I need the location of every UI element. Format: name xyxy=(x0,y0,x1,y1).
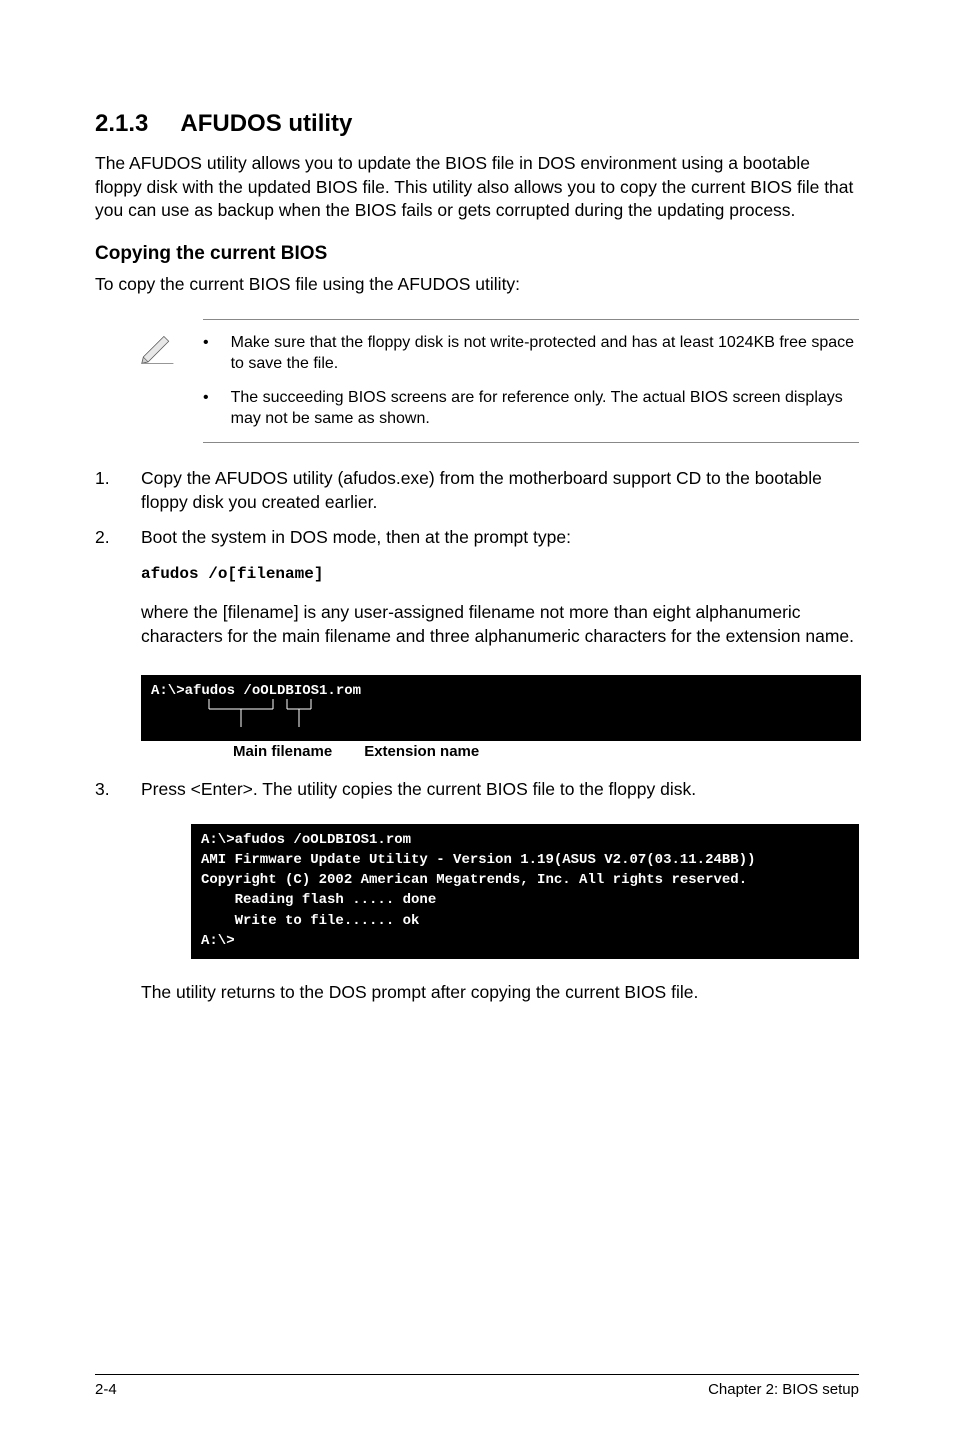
note-box: • Make sure that the floppy disk is not w… xyxy=(137,319,859,443)
steps-list: 1. Copy the AFUDOS utility (afudos.exe) … xyxy=(95,467,859,675)
page-number: 2-4 xyxy=(95,1381,117,1398)
step-item: 3. Press <Enter>. The utility copies the… xyxy=(95,778,859,802)
section-heading: 2.1.3 AFUDOS utility xyxy=(95,110,859,138)
main-filename-label: Main filename xyxy=(233,743,332,760)
step-item: 1. Copy the AFUDOS utility (afudos.exe) … xyxy=(95,467,859,514)
terminal-line: A:\>afudos /oOLDBIOS1.rom xyxy=(151,683,361,699)
subheading-lead: To copy the current BIOS file using the … xyxy=(95,273,859,297)
section-number: 2.1.3 xyxy=(95,110,148,138)
step-text: Boot the system in DOS mode, then at the… xyxy=(141,526,859,550)
step-paragraph: where the [filename] is any user-assigne… xyxy=(141,601,859,648)
after-terminal-text: The utility returns to the DOS prompt af… xyxy=(141,981,859,1005)
note-item: • Make sure that the floppy disk is not w… xyxy=(203,332,859,375)
terminal-line: A:\> xyxy=(201,933,235,949)
step-text: Copy the AFUDOS utility (afudos.exe) fro… xyxy=(141,467,859,514)
page-footer: 2-4 Chapter 2: BIOS setup xyxy=(95,1374,859,1398)
terminal-line: A:\>afudos /oOLDBIOS1.rom xyxy=(201,832,411,848)
chapter-label: Chapter 2: BIOS setup xyxy=(708,1381,859,1398)
step-text: Press <Enter>. The utility copies the cu… xyxy=(141,778,859,802)
terminal-output: A:\>afudos /oOLDBIOS1.rom AMI Firmware U… xyxy=(191,824,859,960)
note-text: Make sure that the floppy disk is not wr… xyxy=(231,332,859,375)
bullet-icon: • xyxy=(203,387,209,430)
terminal-line: Write to file...... ok xyxy=(201,913,419,929)
terminal-line: Copyright (C) 2002 American Megatrends, … xyxy=(201,872,747,888)
bullet-icon: • xyxy=(203,332,209,375)
note-text: The succeeding BIOS screens are for refe… xyxy=(231,387,859,430)
pencil-note-icon xyxy=(137,319,175,370)
extension-name-label: Extension name xyxy=(364,743,479,760)
note-content: • Make sure that the floppy disk is not w… xyxy=(203,319,859,443)
terminal-block-2: A:\>afudos /oOLDBIOS1.rom AMI Firmware U… xyxy=(191,824,859,960)
steps-list-cont: 3. Press <Enter>. The utility copies the… xyxy=(95,778,859,814)
command-text: afudos /o[filename] xyxy=(141,564,859,586)
step-number: 3. xyxy=(95,778,113,802)
filename-labels: Main filename Extension name xyxy=(233,743,861,760)
note-item: • The succeeding BIOS screens are for ref… xyxy=(203,387,859,430)
step-number: 2. xyxy=(95,526,113,662)
terminal-block-1: A:\>afudos /oOLDBIOS1.rom Main filename … xyxy=(141,675,861,760)
terminal-line: AMI Firmware Update Utility - Version 1.… xyxy=(201,852,756,868)
section-title: AFUDOS utility xyxy=(180,110,352,137)
terminal-output: A:\>afudos /oOLDBIOS1.rom xyxy=(141,675,861,741)
subheading: Copying the current BIOS xyxy=(95,243,859,265)
intro-paragraph: The AFUDOS utility allows you to update … xyxy=(95,152,859,223)
terminal-line: Reading flash ..... done xyxy=(201,892,436,908)
step-number: 1. xyxy=(95,467,113,514)
step-item: 2. Boot the system in DOS mode, then at … xyxy=(95,526,859,662)
